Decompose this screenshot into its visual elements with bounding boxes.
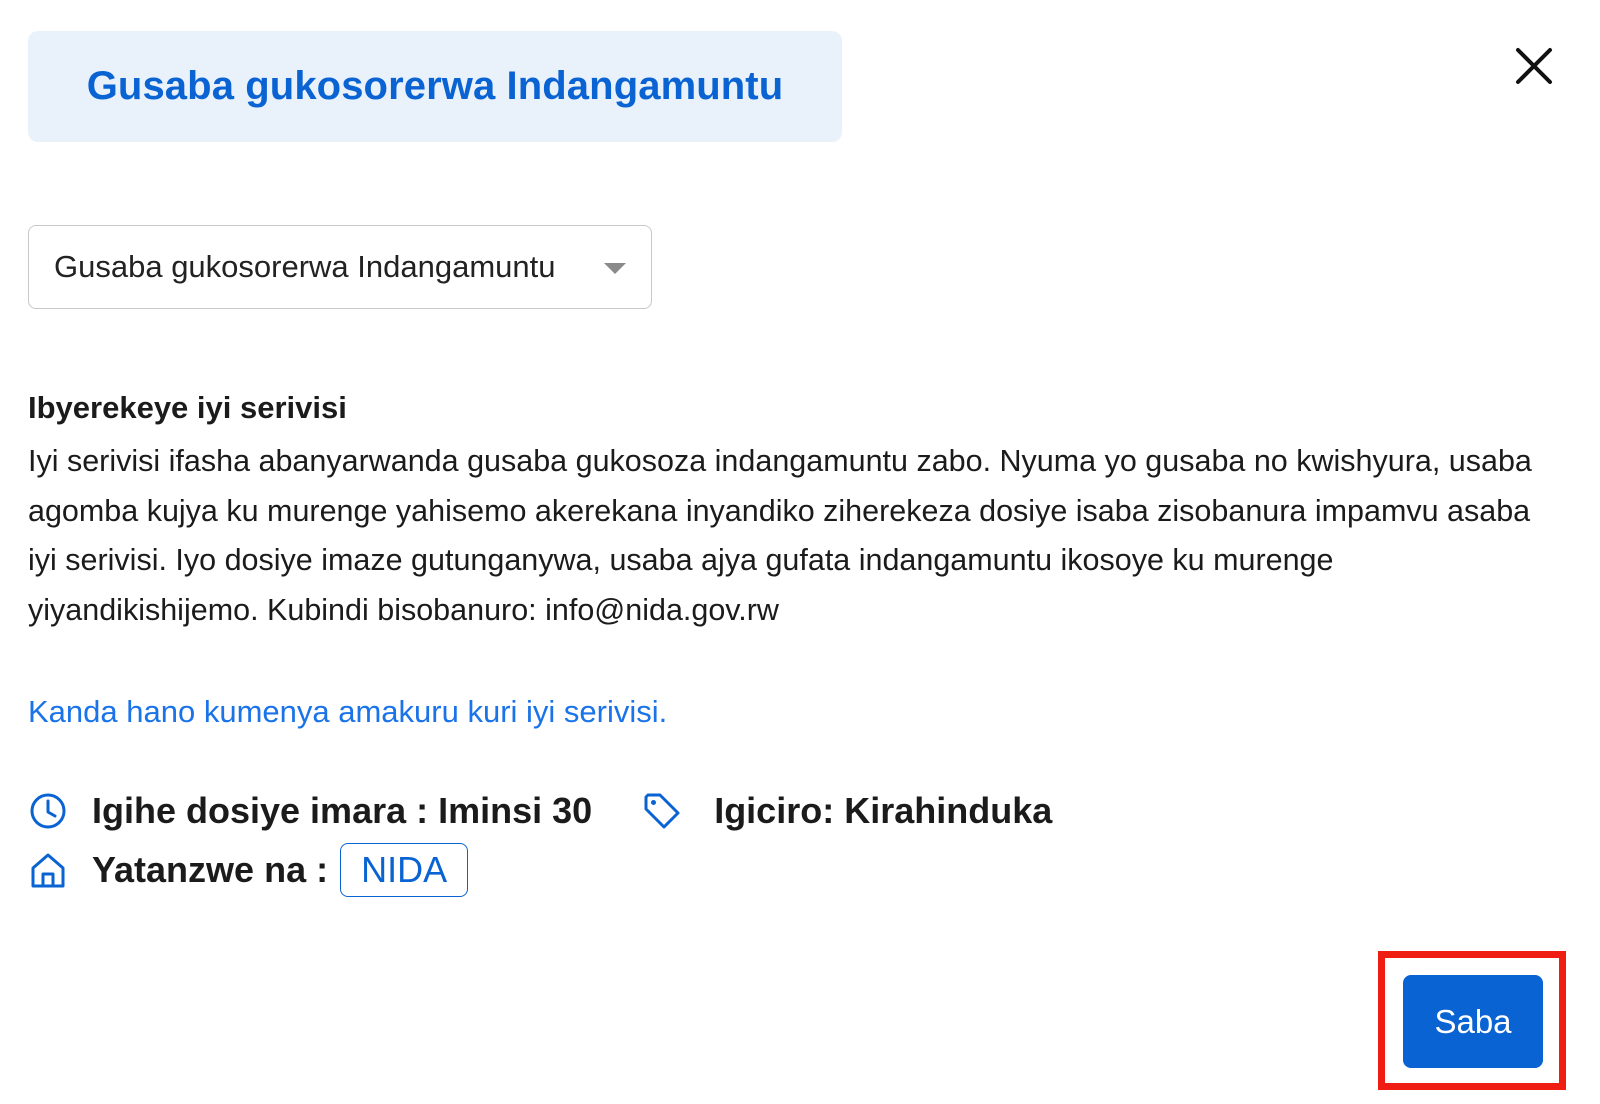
caret-down-icon	[604, 263, 626, 274]
apply-button[interactable]: Saba	[1403, 975, 1543, 1068]
service-select-value: Gusaba gukosorerwa Indangamuntu	[54, 249, 556, 284]
close-icon	[1516, 48, 1552, 84]
service-detail-page: Gusaba gukosorerwa Indangamuntu Gusaba g…	[0, 0, 1600, 1104]
home-icon	[28, 850, 68, 890]
service-select-dropdown[interactable]: Gusaba gukosorerwa Indangamuntu	[28, 225, 652, 309]
page-title: Gusaba gukosorerwa Indangamuntu	[86, 64, 784, 108]
clock-icon	[28, 791, 68, 831]
about-heading: Ibyerekeye iyi serivisi	[28, 390, 347, 425]
page-title-box: Gusaba gukosorerwa Indangamuntu	[28, 31, 842, 142]
about-description: Iyi serivisi ifasha abanyarwanda gusaba …	[28, 444, 1532, 627]
service-price: Igiciro: Kirahinduka	[714, 790, 1053, 831]
processing-time: Igihe dosiye imara : Iminsi 30	[92, 790, 593, 831]
close-button[interactable]	[1508, 40, 1560, 92]
more-info-link[interactable]: Kanda hano kumenya amakuru kuri iyi seri…	[28, 694, 667, 730]
provider-label: Yatanzwe na :	[92, 849, 329, 890]
price-tag-icon	[642, 791, 682, 831]
provider-row: Yatanzwe na : NIDA	[28, 842, 469, 898]
provider-badge[interactable]: NIDA	[340, 843, 469, 897]
service-meta-row: Igihe dosiye imara : Iminsi 30 Igiciro: …	[28, 786, 1052, 836]
